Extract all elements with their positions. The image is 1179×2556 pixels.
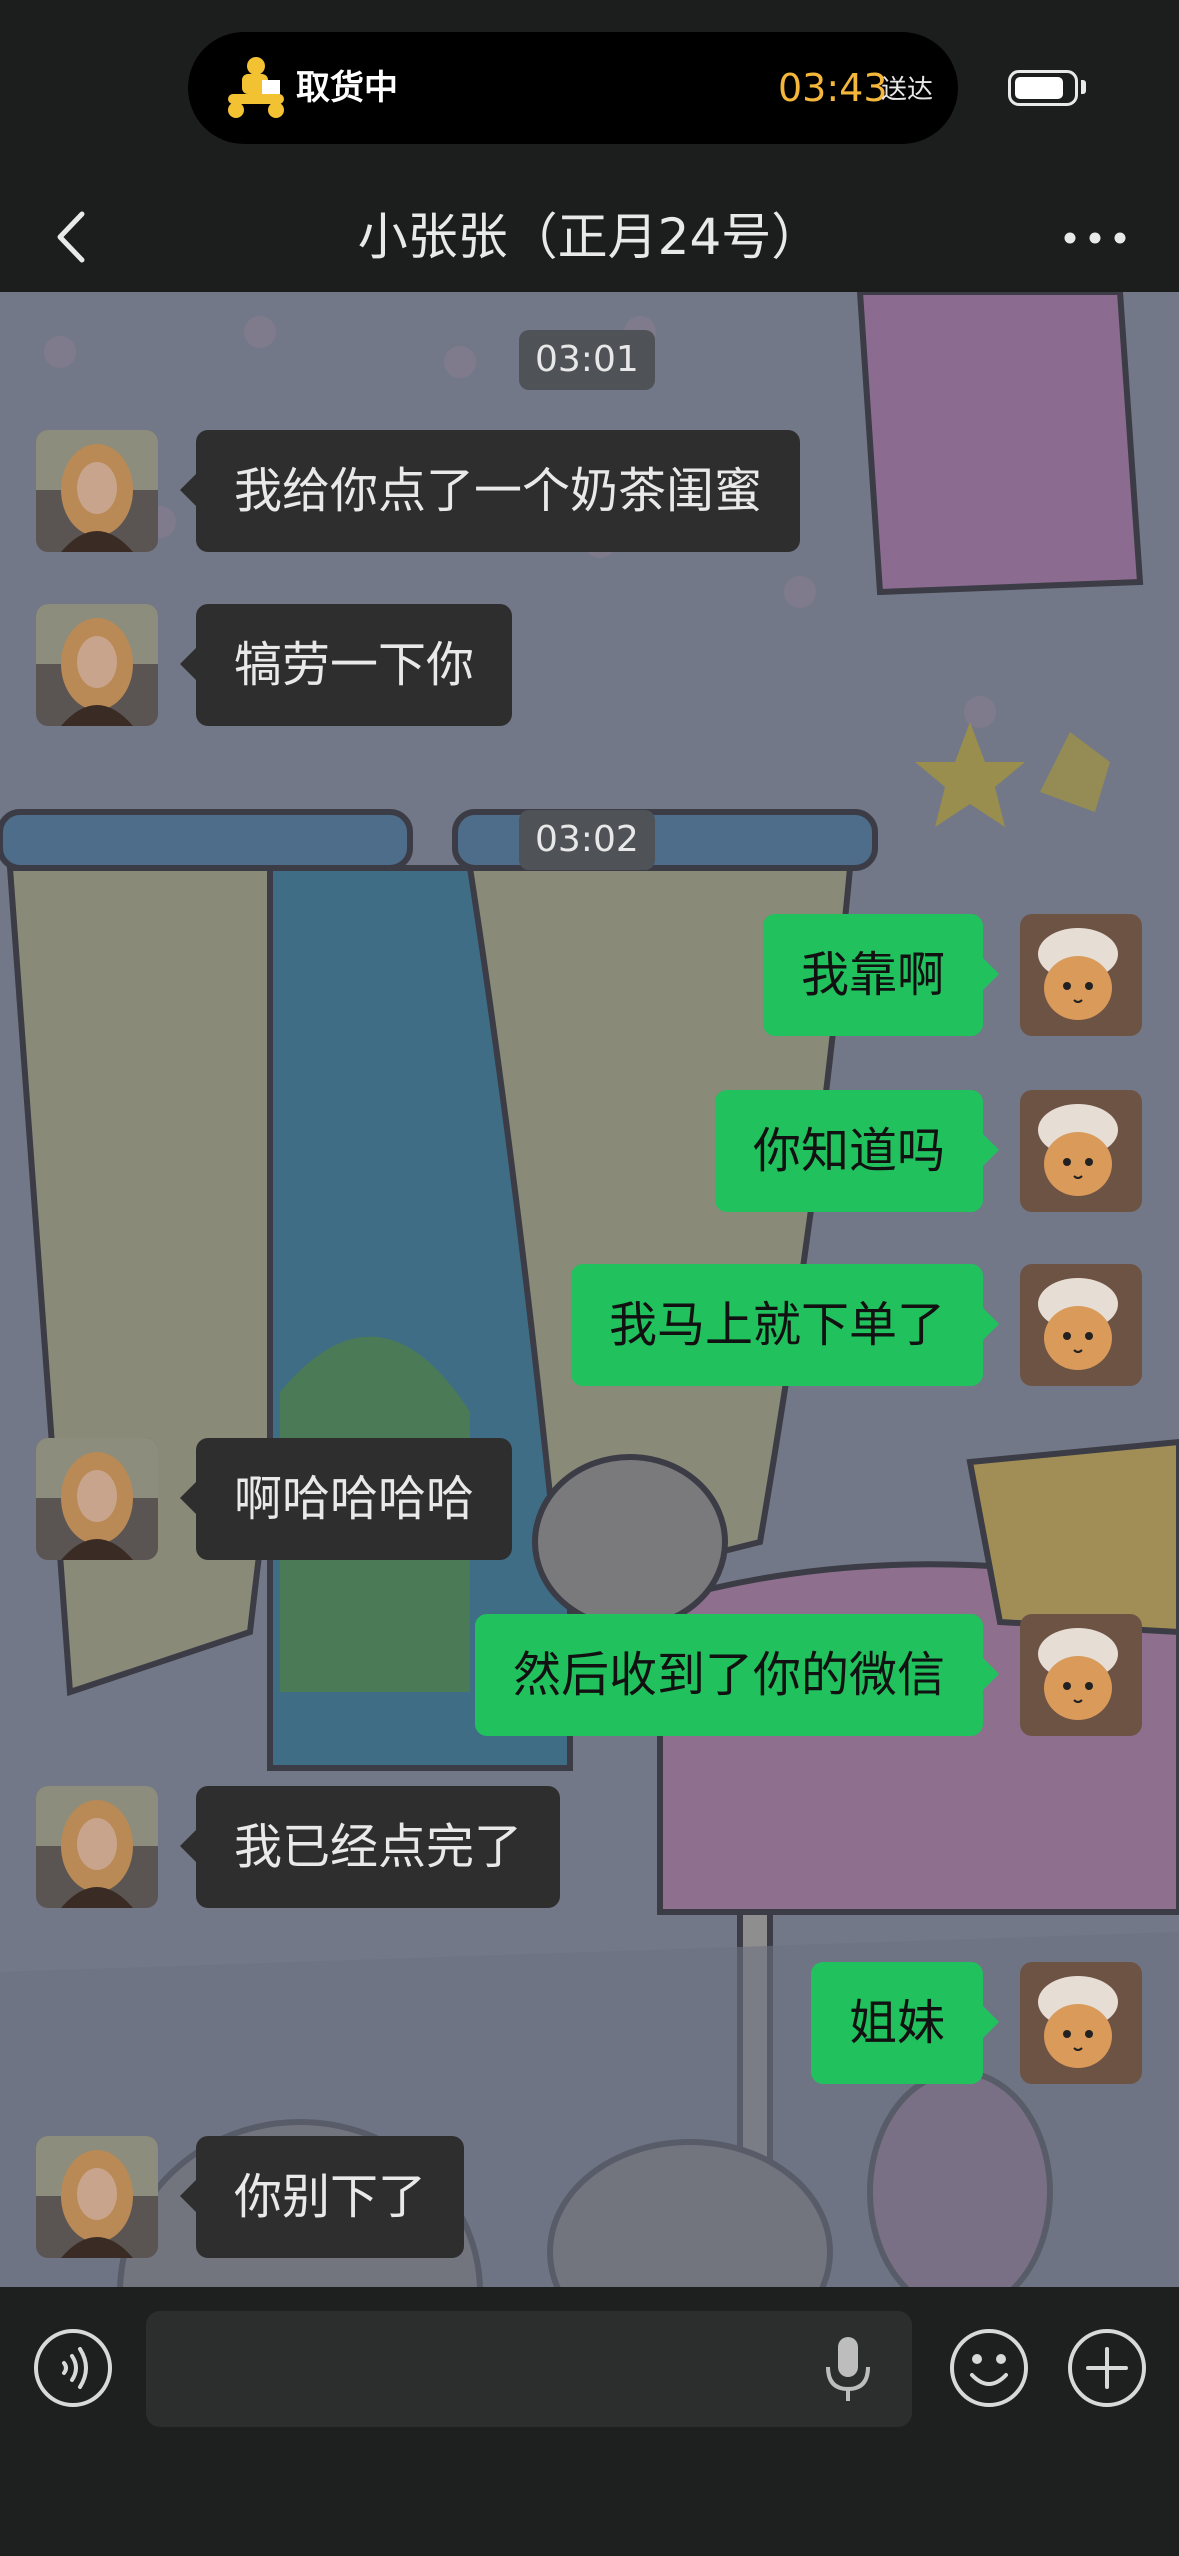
dynamic-island[interactable]: 取货中 03:43 送达	[188, 32, 958, 144]
delivery-status-text: 取货中	[296, 68, 398, 108]
incoming-message: 我给你点了一个奶茶闺蜜	[0, 430, 1179, 555]
chevron-left-icon[interactable]	[44, 202, 104, 272]
message-bubble[interactable]: 你别下了	[179, 2136, 465, 2258]
message-bubble[interactable]: 我马上就下单了	[570, 1264, 1000, 1386]
message-bubble[interactable]: 姐妹	[810, 1962, 1000, 2084]
my-avatar[interactable]	[1020, 1264, 1142, 1386]
contact-avatar[interactable]	[36, 1786, 158, 1908]
my-avatar[interactable]	[1020, 1614, 1142, 1736]
message-bubble[interactable]: 我靠啊	[762, 914, 1000, 1036]
outgoing-message: 我马上就下单了	[0, 1264, 1179, 1389]
message-bubble[interactable]: 然后收到了你的微信	[474, 1614, 1000, 1736]
message-timestamp: 03:01	[519, 330, 655, 390]
smiley-icon[interactable]	[948, 2327, 1030, 2409]
message-timestamp: 03:02	[519, 810, 655, 870]
message-bubble[interactable]: 我给你点了一个奶茶闺蜜	[179, 430, 801, 552]
battery-level-fill	[1015, 77, 1063, 99]
outgoing-message: 然后收到了你的微信	[0, 1614, 1179, 1739]
contact-avatar[interactable]	[36, 430, 158, 552]
chat-title: 小张张（正月24号）	[357, 208, 822, 266]
message-bubble[interactable]: 我已经点完了	[179, 1786, 561, 1908]
delivery-eta-suffix: 送达	[881, 75, 934, 105]
contact-avatar[interactable]	[36, 604, 158, 726]
voice-wave-icon[interactable]	[32, 2327, 114, 2409]
plus-circle-icon[interactable]	[1066, 2327, 1148, 2409]
message-bubble[interactable]: 你知道吗	[714, 1090, 1000, 1212]
battery-cap	[1081, 80, 1086, 94]
microphone-icon[interactable]	[820, 2331, 876, 2407]
input-bar	[0, 2287, 1179, 2556]
battery-icon	[1008, 70, 1078, 106]
outgoing-message: 姐妹	[0, 1962, 1179, 2087]
incoming-message: 你别下了	[0, 2136, 1179, 2261]
incoming-message: 啊哈哈哈哈	[0, 1438, 1179, 1563]
my-avatar[interactable]	[1020, 1090, 1142, 1212]
contact-avatar[interactable]	[36, 2136, 158, 2258]
message-input[interactable]	[146, 2311, 912, 2427]
delivery-eta-time: 03:43	[778, 66, 888, 110]
outgoing-message: 你知道吗	[0, 1090, 1179, 1215]
my-avatar[interactable]	[1020, 1962, 1142, 2084]
incoming-message: 我已经点完了	[0, 1786, 1179, 1911]
status-area: 取货中 03:43 送达	[0, 0, 1179, 180]
my-avatar[interactable]	[1020, 914, 1142, 1036]
message-bubble[interactable]: 犒劳一下你	[179, 604, 513, 726]
message-bubble[interactable]: 啊哈哈哈哈	[179, 1438, 513, 1560]
delivery-rider-icon	[228, 57, 284, 118]
incoming-message: 犒劳一下你	[0, 604, 1179, 729]
more-dots-icon[interactable]	[1060, 216, 1130, 260]
contact-avatar[interactable]	[36, 1438, 158, 1560]
chat-message-area[interactable]: 03:01 我给你点了一个奶茶闺蜜 犒劳一下你 03:02 我靠啊你知道吗我马上就下单了…	[0, 292, 1179, 2287]
chat-header: 小张张（正月24号）	[0, 180, 1179, 292]
outgoing-message: 我靠啊	[0, 914, 1179, 1039]
